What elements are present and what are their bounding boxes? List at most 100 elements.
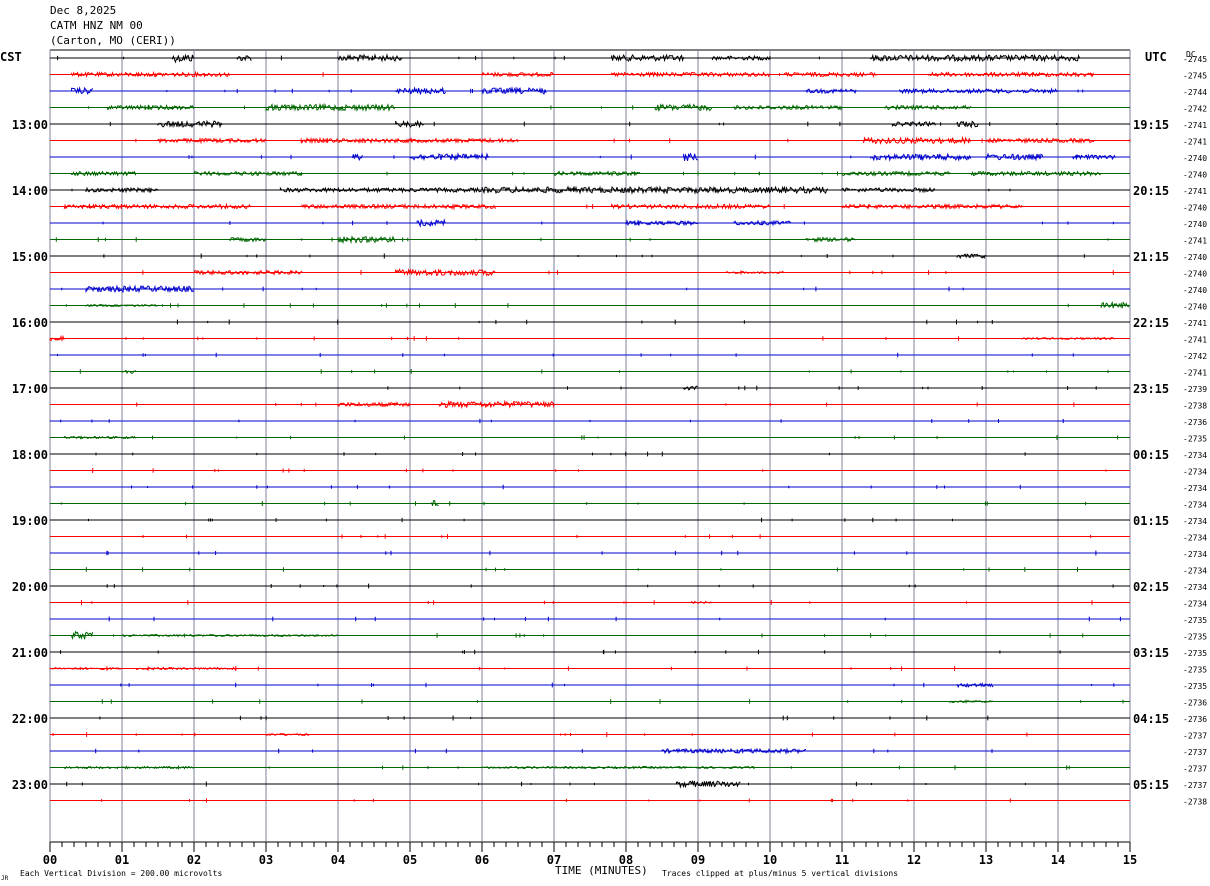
x-tick-label: 10	[763, 853, 777, 867]
cst-hour-label: 19:00	[12, 514, 48, 528]
trace-row	[50, 185, 1130, 195]
clipping-note: Traces clipped at plus/minus 5 vertical …	[662, 869, 898, 878]
dc-offset-label: -2734	[1183, 468, 1207, 477]
trace-row	[50, 534, 1130, 539]
dc-offset-label: -2741	[1183, 187, 1207, 196]
dc-offset-label: -2744	[1183, 88, 1207, 97]
cst-hour-label: 14:00	[12, 184, 48, 198]
dc-offset-label: -2740	[1183, 253, 1207, 262]
trace-row	[50, 300, 1130, 309]
dc-offset-label: -2735	[1183, 435, 1207, 444]
dc-offset-label: -2738	[1183, 402, 1207, 411]
trace-row	[50, 399, 1130, 410]
trace-row	[50, 267, 1130, 277]
trace-row	[50, 135, 1131, 145]
dc-offset-label: -2734	[1183, 583, 1207, 592]
trace-row	[50, 70, 1130, 79]
dc-offset-label: -2734	[1183, 550, 1207, 559]
trace-row	[50, 567, 1130, 572]
trace-row	[50, 583, 1130, 589]
x-tick-label: 12	[907, 853, 921, 867]
cst-hour-label: 17:00	[12, 382, 48, 396]
trace-row	[50, 484, 1130, 490]
trace-row	[50, 169, 1130, 178]
trace-row	[50, 500, 1130, 507]
dc-offset-label: -2734	[1183, 534, 1207, 543]
utc-hour-label: 23:15	[1133, 382, 1169, 396]
trace-row	[50, 649, 1130, 655]
dc-offset-label: -2741	[1183, 319, 1207, 328]
trace-row	[50, 780, 1130, 789]
dc-offset-label: -2734	[1183, 451, 1207, 460]
x-tick-label: 01	[115, 853, 129, 867]
x-tick-label: 15	[1123, 853, 1137, 867]
trace-row	[50, 218, 1130, 228]
seismogram-plot: -2745-2745-2744-2742-2741-2741-2740-2740…	[0, 49, 1207, 882]
vertical-division-note: Each Vertical Division = 200.00 microvol…	[20, 869, 222, 878]
dc-offset-label: -2734	[1183, 517, 1207, 526]
utc-hour-label: 04:15	[1133, 712, 1169, 726]
x-tick-label: 09	[691, 853, 705, 867]
dc-column-label: DC	[1186, 50, 1196, 59]
utc-zone-label: UTC	[1145, 50, 1167, 64]
trace-row	[50, 253, 1130, 260]
dc-offset-label: -2740	[1183, 171, 1207, 180]
x-tick-label: 05	[403, 853, 417, 867]
dc-offset-label: -2740	[1183, 286, 1207, 295]
cst-zone-label: CST	[0, 50, 22, 64]
trace-row	[50, 451, 1130, 457]
trace-row	[50, 699, 1130, 704]
dc-offset-label: -2736	[1183, 715, 1207, 724]
dc-offset-label: -2734	[1183, 567, 1207, 576]
dc-offset-label: -2739	[1183, 385, 1207, 394]
dc-offset-label: -2737	[1183, 765, 1207, 774]
cst-hour-label: 13:00	[12, 118, 48, 132]
dc-offset-label: -2735	[1183, 616, 1207, 625]
dc-offset-label: -2736	[1183, 699, 1207, 708]
trace-row	[50, 235, 1130, 245]
trace-row	[50, 284, 1130, 294]
utc-hour-label: 19:15	[1133, 118, 1169, 132]
trace-row	[50, 798, 1130, 803]
dc-offset-label: -2741	[1183, 138, 1207, 147]
cst-hour-label: 22:00	[12, 712, 48, 726]
cst-hour-label: 21:00	[12, 646, 48, 660]
dc-offset-label: -2742	[1183, 352, 1207, 361]
utc-hour-label: 00:15	[1133, 448, 1169, 462]
dc-offset-label: -2741	[1183, 369, 1207, 378]
cst-hour-label: 23:00	[12, 778, 48, 792]
dc-offset-label: -2738	[1183, 798, 1207, 807]
dc-offset-label: -2745	[1183, 72, 1207, 81]
dc-offset-label: -2737	[1183, 732, 1207, 741]
dc-offset-label: -2742	[1183, 105, 1207, 114]
trace-row	[50, 152, 1130, 162]
dc-offset-label: -2734	[1183, 501, 1207, 510]
utc-hour-label: 21:15	[1133, 250, 1169, 264]
dc-offset-label: -2741	[1183, 336, 1207, 345]
cst-hour-label: 20:00	[12, 580, 48, 594]
trace-row	[50, 600, 1130, 605]
trace-row	[50, 86, 1130, 96]
utc-hour-label: 22:15	[1133, 316, 1169, 330]
cst-hour-label: 16:00	[12, 316, 48, 330]
trace-row	[50, 550, 1130, 556]
dc-offset-label: -2734	[1183, 600, 1207, 609]
trace-row	[50, 352, 1130, 358]
trace-row	[50, 732, 1130, 737]
trace-row	[50, 369, 1130, 375]
dc-offset-label: -2735	[1183, 666, 1207, 675]
utc-hour-label: 02:15	[1133, 580, 1169, 594]
dc-offset-label: -2737	[1183, 748, 1207, 757]
dc-offset-label: -2737	[1183, 781, 1207, 790]
dc-offset-label: -2740	[1183, 220, 1207, 229]
utc-hour-label: 01:15	[1133, 514, 1169, 528]
trace-row	[50, 765, 1130, 770]
trace-row	[50, 747, 1130, 755]
utc-hour-label: 03:15	[1133, 646, 1169, 660]
x-tick-label: 13	[979, 853, 993, 867]
x-tick-label: 00	[43, 853, 57, 867]
trace-row	[50, 681, 1130, 689]
x-tick-label: 11	[835, 853, 849, 867]
dc-offset-label: -2735	[1183, 682, 1207, 691]
dc-offset-label: -2740	[1183, 154, 1207, 163]
